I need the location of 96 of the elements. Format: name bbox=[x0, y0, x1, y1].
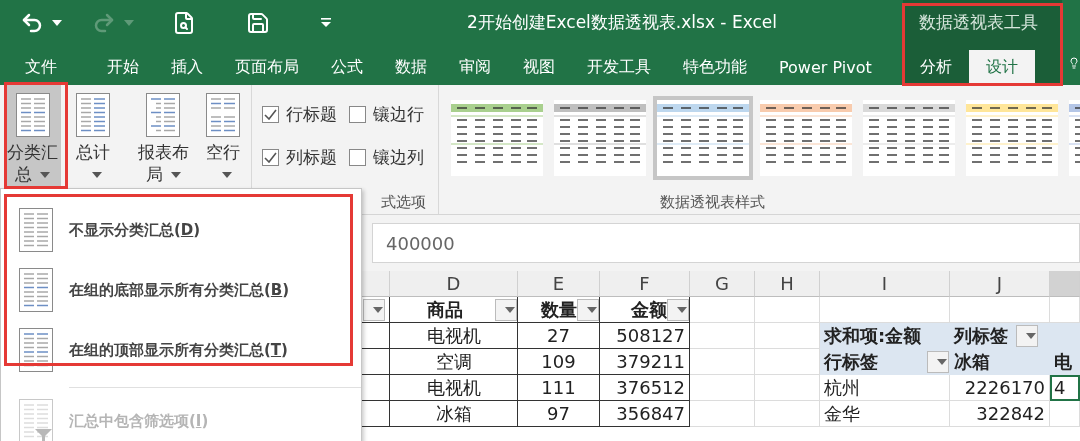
menu-item[interactable]: 不显示分类汇总(D) bbox=[9, 201, 347, 259]
column-header-cell: 金额 bbox=[600, 297, 690, 323]
check-icon bbox=[264, 109, 277, 120]
ribbon-tab[interactable]: 开发工具 bbox=[571, 50, 667, 85]
caret-icon bbox=[52, 19, 62, 26]
pivot-header-cell: 行标签 bbox=[824, 349, 878, 374]
caret-icon bbox=[92, 172, 102, 178]
ribbon-dropdown-button[interactable]: 总计 bbox=[65, 85, 121, 190]
table-cell: 空调 bbox=[390, 349, 518, 375]
group-label: 式选项 bbox=[381, 192, 426, 212]
table-cell: 97 bbox=[518, 401, 600, 427]
column-header-cell: 数量 bbox=[518, 297, 600, 323]
pivot-header-cell: 电 bbox=[1050, 349, 1080, 375]
column-header[interactable]: J bbox=[950, 271, 1050, 297]
filter-dropdown-button[interactable] bbox=[577, 298, 599, 321]
ribbon-tab[interactable]: 插入 bbox=[155, 50, 219, 85]
ribbon-dropdown-button[interactable]: 空行 bbox=[195, 85, 251, 190]
ribbon-tab[interactable]: 设计 bbox=[969, 50, 1035, 85]
ribbon-tab[interactable]: 数据 bbox=[379, 50, 443, 85]
dropdown-caret-icon bbox=[677, 306, 687, 313]
filter-dropdown-button[interactable] bbox=[495, 298, 517, 321]
table-style-option[interactable] bbox=[554, 99, 646, 176]
pivot-header-cell: 列标签 bbox=[954, 323, 1008, 348]
column-header[interactable]: E bbox=[518, 271, 600, 297]
menu-item[interactable]: 在组的顶部显示所有分类汇总(T) bbox=[9, 321, 347, 379]
check-icon bbox=[264, 152, 277, 163]
option-checkbox[interactable]: 列标题 bbox=[262, 146, 337, 169]
pivot-header-cell: 冰箱 bbox=[950, 349, 1050, 375]
table-cell: 电视机 bbox=[390, 323, 518, 349]
table-cell: 109 bbox=[518, 349, 600, 375]
table-layout-icon bbox=[206, 93, 240, 137]
ribbon-tab[interactable]: 公式 bbox=[315, 50, 379, 85]
window-title: 2开始创建Excel数据透视表.xlsx - Excel bbox=[467, 11, 777, 34]
print-preview-icon[interactable] bbox=[172, 10, 196, 35]
ribbon-tab[interactable]: 特色功能 bbox=[667, 50, 763, 85]
ribbon-dropdown-button[interactable]: 报表布局 bbox=[135, 85, 191, 190]
column-header[interactable]: H bbox=[755, 271, 820, 297]
table-cell: 376512 bbox=[600, 375, 690, 401]
caret-icon bbox=[40, 172, 50, 178]
formula-input-field[interactable]: 400000 bbox=[372, 223, 1080, 263]
table-layout-icon bbox=[76, 93, 110, 137]
group-label: 数据透视表样式 bbox=[659, 192, 765, 212]
filter-dropdown-button[interactable] bbox=[667, 298, 689, 321]
customize-menu-icon[interactable] bbox=[320, 17, 332, 28]
dropdown-caret-icon bbox=[1026, 332, 1036, 339]
dropdown-caret-icon bbox=[937, 358, 947, 365]
table-layout-icon bbox=[19, 328, 53, 372]
value-cell: 322842 bbox=[950, 401, 1050, 427]
ribbon-tab[interactable]: 开始 bbox=[91, 50, 155, 85]
dropdown-caret-icon bbox=[505, 306, 515, 313]
table-style-option[interactable] bbox=[760, 99, 852, 176]
save-icon[interactable] bbox=[246, 10, 270, 35]
option-checkbox[interactable]: 镶边行 bbox=[349, 103, 424, 126]
column-header-cell: 商品 bbox=[390, 297, 518, 323]
table-style-option[interactable] bbox=[863, 99, 955, 176]
ribbon-tab[interactable]: 页面布局 bbox=[219, 50, 315, 85]
table-layout-icon bbox=[146, 93, 180, 137]
filter-dropdown-button[interactable] bbox=[927, 350, 949, 373]
table-style-option[interactable] bbox=[451, 99, 543, 176]
pivot-header-cell: 求和项:金额 bbox=[820, 323, 950, 349]
contextual-group-title: 数据透视表工具 bbox=[919, 11, 1038, 34]
caret-icon bbox=[124, 19, 134, 26]
value-cell: 2226170 bbox=[950, 375, 1050, 401]
table-cell: 111 bbox=[518, 375, 600, 401]
ribbon-tab[interactable]: Power Pivot bbox=[763, 50, 888, 85]
table-layout-icon bbox=[19, 208, 53, 252]
caret-icon bbox=[222, 172, 232, 178]
menu-item[interactable]: 在组的底部显示所有分类汇总(B) bbox=[9, 261, 347, 319]
value-cell: 4 bbox=[1050, 375, 1080, 401]
table-cell: 379211 bbox=[600, 349, 690, 375]
table-cell: 356847 bbox=[600, 401, 690, 427]
dropdown-caret-icon bbox=[587, 306, 597, 313]
filter-dropdown-button[interactable] bbox=[1016, 324, 1038, 347]
row-label-cell: 杭州 bbox=[820, 375, 950, 401]
table-layout-icon bbox=[19, 268, 53, 312]
column-header[interactable]: I bbox=[820, 271, 950, 297]
filter-dropdown-button[interactable] bbox=[363, 298, 385, 321]
dropdown-caret-icon bbox=[373, 306, 383, 313]
column-header[interactable]: G bbox=[690, 271, 755, 297]
ribbon-tab[interactable]: 文件 bbox=[9, 50, 73, 85]
ribbon-tab[interactable]: 视图 bbox=[507, 50, 571, 85]
table-style-option[interactable] bbox=[966, 99, 1058, 176]
table-cell: 冰箱 bbox=[390, 401, 518, 427]
ribbon-tab[interactable]: 分析 bbox=[903, 50, 969, 85]
table-cell: 508127 bbox=[600, 323, 690, 349]
table-cell: 27 bbox=[518, 323, 600, 349]
caret-icon bbox=[170, 172, 181, 178]
column-header[interactable]: D bbox=[390, 271, 518, 297]
column-header[interactable]: F bbox=[600, 271, 690, 297]
option-checkbox[interactable]: 镶边列 bbox=[349, 146, 424, 169]
table-layout-icon bbox=[15, 93, 50, 137]
table-cell: 电视机 bbox=[390, 375, 518, 401]
ribbon-tab[interactable]: 审阅 bbox=[443, 50, 507, 85]
table-style-option[interactable] bbox=[653, 95, 753, 180]
row-label-cell: 金华 bbox=[820, 401, 950, 427]
option-checkbox[interactable]: 行标题 bbox=[262, 103, 337, 126]
